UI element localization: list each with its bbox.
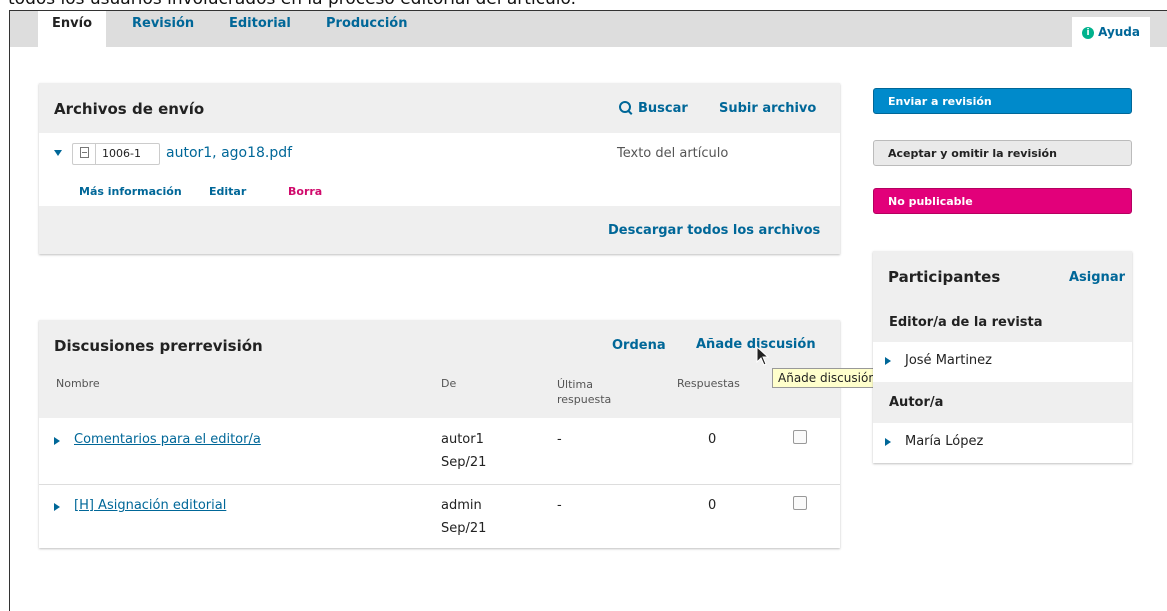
file-id-badge: 1006-1 bbox=[72, 143, 160, 165]
tab-editorial[interactable]: Editorial bbox=[215, 11, 305, 37]
participant-item[interactable]: José Martinez bbox=[873, 342, 1132, 382]
tab-produccion[interactable]: Producción bbox=[312, 11, 422, 37]
files-panel-footer: Descargar todos los archivos bbox=[39, 206, 840, 254]
role-header: Editor/a de la revista bbox=[873, 301, 1132, 342]
column-header-name[interactable]: Nombre bbox=[56, 377, 100, 390]
app-window: Envío Revisión Editorial Producción i Ayu… bbox=[9, 10, 1167, 611]
workflow-tabbar: Envío Revisión Editorial Producción i Ayu… bbox=[10, 11, 1167, 47]
column-header-replies[interactable]: Respuestas bbox=[677, 377, 740, 390]
role-label: Editor/a de la revista bbox=[889, 315, 1043, 330]
info-icon: i bbox=[1082, 27, 1095, 39]
mouse-cursor-icon bbox=[756, 346, 770, 366]
decline-submission-button[interactable]: No publicable bbox=[873, 188, 1132, 214]
column-header-from[interactable]: De bbox=[441, 377, 456, 390]
discussions-panel-header: Discusiones prerrevisión Ordena Añade di… bbox=[39, 320, 840, 418]
search-icon bbox=[619, 101, 631, 113]
participant-name: José Martinez bbox=[905, 353, 992, 368]
assign-participant-button[interactable]: Asignar bbox=[1069, 270, 1125, 285]
discussion-title-link[interactable]: Comentarios para el editor/a bbox=[74, 432, 261, 447]
participant-item[interactable]: María López bbox=[873, 423, 1132, 463]
delete-file-link[interactable]: Borra bbox=[288, 185, 322, 198]
column-header-last-reply[interactable]: Última respuesta bbox=[557, 377, 627, 407]
edit-file-link[interactable]: Editar bbox=[209, 185, 246, 198]
search-label: Buscar bbox=[638, 101, 688, 116]
discussion-from: autor1 bbox=[441, 432, 484, 447]
discussion-from: admin bbox=[441, 498, 482, 513]
expand-participant-icon[interactable] bbox=[885, 438, 891, 446]
submission-files-panel: Archivos de envío Buscar Subir archivo 1… bbox=[39, 83, 840, 254]
tab-revision[interactable]: Revisión bbox=[118, 11, 208, 37]
discussion-date: Sep/21 bbox=[441, 521, 487, 536]
files-panel-header: Archivos de envío Buscar Subir archivo bbox=[39, 83, 840, 133]
discussion-last-reply: - bbox=[557, 432, 562, 447]
expand-participant-icon[interactable] bbox=[885, 357, 891, 365]
table-row: Comentarios para el editor/a autor1 Sep/… bbox=[39, 418, 840, 485]
file-name-link[interactable]: autor1, ago18.pdf bbox=[166, 145, 292, 161]
expand-row-icon[interactable] bbox=[54, 437, 60, 445]
order-button[interactable]: Ordena bbox=[612, 338, 666, 353]
search-files-button[interactable]: Buscar bbox=[619, 101, 688, 116]
more-info-link[interactable]: Más información bbox=[79, 185, 182, 198]
send-to-review-button[interactable]: Enviar a revisión bbox=[873, 88, 1132, 114]
discussions-panel-title: Discusiones prerrevisión bbox=[54, 337, 263, 355]
document-icon bbox=[80, 147, 89, 158]
file-type: Texto del artículo bbox=[617, 146, 729, 161]
discussion-replies: 0 bbox=[708, 498, 717, 513]
discussion-closed-checkbox[interactable] bbox=[793, 430, 807, 444]
table-row: [H] Asignación editorial admin Sep/21 - … bbox=[39, 485, 840, 548]
files-panel-title: Archivos de envío bbox=[54, 100, 205, 118]
help-button[interactable]: i Ayuda bbox=[1072, 17, 1150, 47]
add-discussion-tooltip: Añade discusión bbox=[772, 368, 882, 388]
participant-name: María López bbox=[905, 434, 984, 449]
upload-file-button[interactable]: Subir archivo bbox=[719, 101, 816, 116]
discussion-date: Sep/21 bbox=[441, 455, 487, 470]
participants-panel: Participantes Asignar Editor/a de la rev… bbox=[873, 251, 1132, 463]
participants-title: Participantes bbox=[888, 268, 1001, 286]
discussion-closed-checkbox[interactable] bbox=[793, 496, 807, 510]
download-all-link[interactable]: Descargar todos los archivos bbox=[608, 223, 820, 238]
tab-envio[interactable]: Envío bbox=[38, 11, 106, 47]
discussion-last-reply: - bbox=[557, 498, 562, 513]
discussion-replies: 0 bbox=[708, 432, 717, 447]
role-header: Autor/a bbox=[873, 382, 1132, 423]
participants-header: Participantes Asignar bbox=[873, 251, 1132, 301]
file-id: 1006-1 bbox=[102, 147, 141, 160]
discussions-panel: Discusiones prerrevisión Ordena Añade di… bbox=[39, 320, 840, 548]
help-label: Ayuda bbox=[1098, 25, 1140, 39]
role-label: Autor/a bbox=[889, 395, 944, 410]
accept-skip-review-button[interactable]: Aceptar y omitir la revisión bbox=[873, 140, 1132, 166]
expand-row-icon[interactable] bbox=[54, 503, 60, 511]
instruction-caption: todos los usuarios involucrados en la pr… bbox=[8, 0, 576, 9]
expand-file-icon[interactable] bbox=[54, 150, 62, 156]
discussion-title-link[interactable]: [H] Asignación editorial bbox=[74, 498, 226, 513]
